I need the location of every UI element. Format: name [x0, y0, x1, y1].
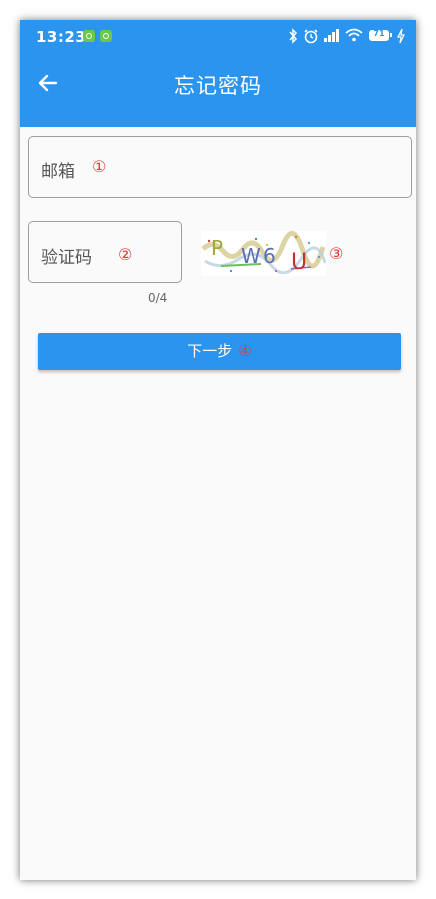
svg-text:6: 6 — [263, 244, 276, 268]
page-title: 忘记密码 — [174, 74, 262, 98]
captcha-input-field[interactable]: 验证码 ② — [28, 221, 182, 283]
next-step-label: 下一步 — [187, 342, 233, 360]
status-bar: 13:23 71 — [20, 20, 416, 54]
status-time: 13:23 — [36, 28, 87, 46]
annotation-marker-1: ① — [92, 157, 107, 176]
notification-icon — [83, 30, 95, 42]
signal-icon — [323, 28, 341, 47]
svg-text:W: W — [241, 244, 261, 268]
wifi-icon — [345, 28, 363, 47]
notification-icon — [100, 30, 112, 42]
captcha-char-counter: 0/4 — [148, 291, 168, 305]
next-step-button[interactable]: 下一步 ④ — [38, 333, 401, 370]
captcha-input-label: 验证码 — [41, 248, 92, 268]
annotation-marker-3: ③ — [329, 244, 344, 263]
captcha-image[interactable]: P W 6 U — [201, 231, 327, 276]
svg-text:U: U — [291, 250, 307, 275]
phone-screen: 13:23 71 忘记密码 邮箱 ① 验证码 ② 0/4 P W 6 U ③ 下… — [20, 20, 416, 880]
alarm-icon — [303, 28, 319, 49]
annotation-marker-2: ② — [118, 245, 133, 264]
annotation-marker-4: ④ — [238, 342, 252, 360]
charging-icon — [396, 28, 406, 49]
email-label: 邮箱 — [41, 162, 75, 182]
svg-text:P: P — [211, 236, 223, 260]
bluetooth-icon — [288, 28, 298, 49]
battery-icon: 71 — [369, 29, 392, 41]
email-field[interactable]: 邮箱 ① — [28, 136, 412, 198]
app-bar: 13:23 71 忘记密码 — [20, 20, 416, 127]
